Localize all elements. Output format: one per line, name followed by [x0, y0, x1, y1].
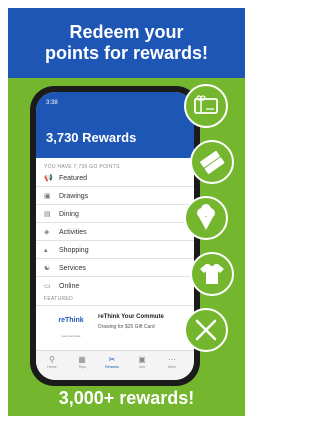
megaphone-icon: 📢	[44, 175, 53, 182]
phone-screen: 3:38 3,730 Rewards YOU HAVE 7,730 GO POI…	[36, 92, 194, 380]
tickets-icon	[200, 150, 225, 174]
calendar-icon: ▦	[78, 355, 86, 364]
category-services[interactable]: ☯ Services	[44, 264, 86, 272]
divider	[36, 305, 194, 306]
status-time: 3:38	[46, 100, 58, 106]
tab-info[interactable]: ▣ Info	[130, 355, 154, 369]
headline-banner: Redeem your points for rewards!	[8, 8, 245, 78]
tab-home[interactable]: ⚲ Home	[40, 355, 64, 369]
camera-icon: ▣	[138, 355, 146, 364]
divider	[36, 258, 194, 259]
divider	[36, 204, 194, 205]
shirt-badge	[190, 252, 234, 296]
category-label: Services	[59, 265, 86, 272]
category-label: Drawings	[59, 193, 89, 200]
shirt-icon	[200, 264, 224, 284]
dining-badge	[184, 308, 228, 352]
category-drawings[interactable]: ▣ Drawings	[44, 192, 88, 200]
category-label: Featured	[59, 175, 88, 182]
monitor-icon: ▭	[44, 283, 51, 290]
app-header: 3:38 3,730 Rewards	[36, 92, 194, 158]
points-title: 3,730 Rewards	[46, 130, 137, 145]
category-label: Online	[59, 283, 80, 290]
tab-label: Home	[47, 365, 57, 369]
category-featured[interactable]: 📢 Featured	[44, 174, 87, 182]
gift-card-icon	[194, 95, 218, 114]
tag-icon: ◈	[44, 229, 50, 236]
rethink-logo[interactable]: reThink your commute	[50, 317, 92, 339]
category-activities[interactable]: ◈ Activities	[44, 228, 87, 236]
tickets-badge	[190, 140, 234, 184]
promo-frame: Redeem your points for rewards! 3:38 3,7…	[8, 8, 245, 416]
featured-description: Drawing for $25 Gift Card	[98, 324, 155, 330]
category-online[interactable]: ▭ Online	[44, 282, 79, 290]
divider	[36, 240, 194, 241]
footer-headline: 3,000+ rewards!	[58, 388, 195, 408]
category-label: Dining	[59, 211, 79, 218]
tab-label: More	[168, 365, 176, 369]
category-label: Activities	[59, 229, 87, 236]
headline-line-2: points for rewards!	[44, 43, 209, 63]
category-shopping[interactable]: ▴ Shopping	[44, 246, 89, 254]
divider	[36, 222, 194, 223]
dining-icon: ▤	[44, 211, 51, 218]
search-icon: ⚲	[49, 355, 55, 364]
scissors-icon: ✂	[108, 355, 116, 364]
services-icon: ☯	[44, 265, 51, 272]
divider	[36, 186, 194, 187]
divider	[36, 276, 194, 277]
cart-icon: ▴	[44, 247, 48, 254]
tab-label: Info	[139, 365, 145, 369]
tab-label: Rewards	[105, 365, 119, 369]
logo-subtext: your commute	[61, 334, 81, 338]
featured-title[interactable]: reThink Your Commute	[98, 314, 164, 320]
tab-bar: ⚲ Home ▦ Trips ✂ Rewards ▣ Info ⋯ More	[36, 350, 194, 380]
phone-mockup: 3:38 3,730 Rewards YOU HAVE 7,730 GO POI…	[30, 86, 200, 386]
category-dining[interactable]: ▤ Dining	[44, 210, 79, 218]
tab-more[interactable]: ⋯ More	[160, 355, 184, 369]
more-icon: ⋯	[168, 355, 176, 364]
logo-text: reThink	[58, 317, 84, 324]
fork-knife-icon	[195, 319, 217, 341]
gift-card-badge	[184, 84, 228, 128]
featured-section-label: FEATURED	[44, 296, 73, 302]
tab-label: Trips	[78, 365, 86, 369]
category-label: Shopping	[59, 247, 89, 254]
ice-cream-badge	[184, 196, 228, 240]
ticket-icon: ▣	[44, 193, 51, 200]
ice-cream-icon	[197, 204, 215, 230]
tab-rewards[interactable]: ✂ Rewards	[100, 355, 124, 369]
points-section-label: YOU HAVE 7,730 GO POINTS	[44, 164, 120, 170]
headline-line-1: Redeem your	[69, 22, 184, 42]
tab-trips[interactable]: ▦ Trips	[70, 355, 94, 369]
